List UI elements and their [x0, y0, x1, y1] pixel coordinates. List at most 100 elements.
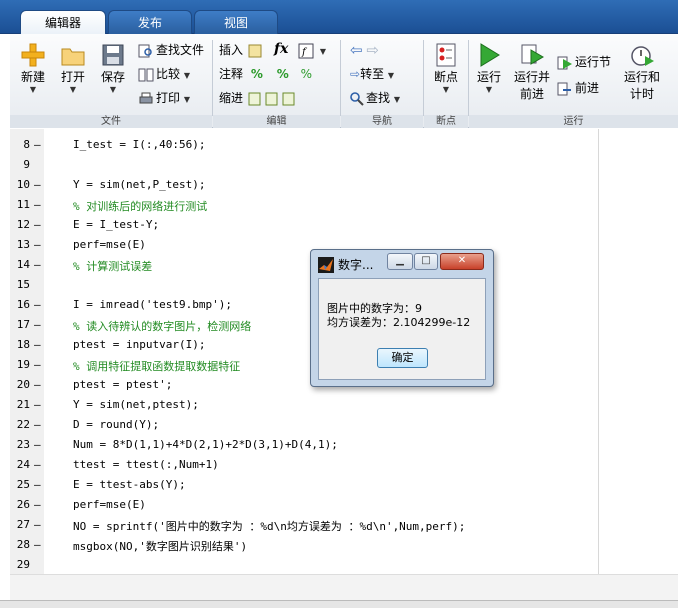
code-line[interactable]: perf=mse(E) — [73, 238, 146, 251]
goto-icon: ⇨ — [350, 67, 361, 81]
line-number: 9 — [23, 158, 30, 171]
maximize-icon: □ — [421, 255, 431, 266]
code-line[interactable]: perf=mse(E) — [73, 498, 146, 511]
run-button[interactable]: 运行 ▼ — [470, 42, 508, 94]
indent-button[interactable]: 缩进 — [219, 89, 297, 107]
indent-icons — [248, 92, 295, 105]
advance-button[interactable]: 前进 — [557, 79, 599, 97]
code-line[interactable]: msgbox(NO,'数字图片识别结果') — [73, 538, 247, 554]
ribbon-separator — [468, 40, 469, 116]
function-browser-button[interactable]: f ▼ — [298, 41, 326, 59]
code-line[interactable]: % 读入待辨认的数字图片，检测网络 — [73, 318, 251, 334]
run-section-button[interactable]: 运行节 — [557, 53, 611, 71]
run-advance-button[interactable]: 运行并 前进 — [511, 42, 553, 102]
open-button[interactable]: 打开 ▼ — [54, 42, 92, 94]
msgbox-dialog: 数字... ▁ □ ✕ 图片中的数字为：9 均方误差为：2.104299e-12… — [310, 249, 494, 387]
run-time-label-1: 运行和 — [623, 70, 660, 84]
back-arrow-icon: ⇦ — [350, 41, 363, 59]
line-number: 23 — [16, 438, 30, 451]
breakpoint-marker[interactable]: – — [34, 198, 41, 211]
compare-icon — [138, 68, 154, 81]
comment-button[interactable]: 注释 % % % — [219, 65, 312, 83]
insert-icon — [248, 44, 262, 57]
run-advance-label-2: 前进 — [519, 87, 544, 101]
folder-icon — [61, 48, 85, 66]
tab-editor[interactable]: 编辑器 — [20, 10, 106, 35]
percent-icon: % — [250, 67, 263, 81]
new-button[interactable]: 新建 ▼ — [14, 42, 52, 94]
tab-view[interactable]: 视图 — [194, 10, 278, 34]
breakpoint-marker[interactable]: – — [34, 378, 41, 391]
code-line[interactable]: Y = sim(net,P_test); — [73, 178, 205, 191]
breakpoint-marker[interactable]: – — [34, 238, 41, 251]
breakpoint-marker[interactable]: – — [34, 318, 41, 331]
line-number: 10 — [16, 178, 30, 191]
code-line[interactable]: Y = sim(net,ptest); — [73, 398, 199, 411]
maximize-button[interactable]: □ — [414, 253, 438, 270]
code-line[interactable]: NO = sprintf('图片中的数字为 ：%d\n均方误差为 ：%d\n',… — [73, 518, 465, 534]
code-line[interactable]: % 调用特征提取函数提取数据特征 — [73, 358, 240, 374]
breakpoint-marker[interactable]: – — [34, 138, 41, 151]
breakpoint-marker[interactable]: – — [34, 478, 41, 491]
advance-icon — [557, 82, 571, 95]
back-forward-buttons[interactable]: ⇦ ⇨ — [350, 41, 379, 59]
code-line[interactable]: I = imread('test9.bmp'); — [73, 298, 232, 311]
horizontal-scrollbar[interactable] — [10, 574, 678, 600]
dialog-titlebar[interactable]: 数字... ▁ □ ✕ — [311, 250, 493, 278]
line-number: 19 — [16, 358, 30, 371]
comment-label: 注释 — [219, 67, 244, 81]
insert-button[interactable]: 插入 — [219, 41, 265, 59]
print-label: 打印 — [156, 91, 181, 105]
goto-button[interactable]: ⇨转至 ▼ — [350, 65, 394, 83]
breakpoint-marker[interactable]: – — [34, 398, 41, 411]
save-button[interactable]: 保存 ▼ — [94, 42, 132, 94]
line-number: 21 — [16, 398, 30, 411]
code-line[interactable]: E = ttest-abs(Y); — [73, 478, 186, 491]
run-and-time-button[interactable]: 运行和 计时 — [621, 42, 663, 102]
code-line[interactable]: ptest = inputvar(I); — [73, 338, 205, 351]
breakpoint-marker[interactable]: – — [34, 338, 41, 351]
breakpoint-marker[interactable]: – — [34, 498, 41, 511]
compare-dropdown-icon: ▼ — [183, 71, 190, 80]
compare-button[interactable]: 比较 ▼ — [138, 65, 190, 83]
breakpoint-marker[interactable]: – — [34, 418, 41, 431]
code-line[interactable]: I_test = I(:,40:56); — [73, 138, 205, 151]
breakpoint-marker[interactable]: – — [34, 178, 41, 191]
breakpoint-marker[interactable]: – — [34, 458, 41, 471]
breakpoints-button[interactable]: 断点 ▼ — [427, 42, 465, 94]
line-number: 20 — [16, 378, 30, 391]
advance-label: 前进 — [575, 81, 600, 95]
code-line[interactable]: ptest = ptest'; — [73, 378, 172, 391]
find-files-button[interactable]: 查找文件 — [138, 41, 204, 59]
code-line[interactable]: % 对训练后的网络进行测试 — [73, 198, 207, 214]
breakpoint-marker[interactable]: – — [34, 358, 41, 371]
group-label-file: 文件 — [10, 115, 212, 128]
find-label: 查找 — [366, 91, 391, 105]
breakpoint-marker[interactable]: – — [34, 538, 41, 551]
code-line[interactable]: % 计算测试误差 — [73, 258, 152, 274]
find-button[interactable]: 查找 ▼ — [350, 89, 400, 107]
code-line[interactable]: ttest = ttest(:,Num+1) — [73, 458, 219, 471]
run-advance-label-1: 运行并 — [513, 70, 550, 84]
minimize-icon: ▁ — [396, 255, 404, 266]
breakpoint-marker[interactable]: – — [34, 218, 41, 231]
ok-button[interactable]: 确定 — [377, 348, 428, 368]
breakpoint-marker[interactable]: – — [34, 518, 41, 531]
code-line[interactable]: E = I_test-Y; — [73, 218, 159, 231]
run-section-label: 运行节 — [575, 55, 612, 69]
close-button[interactable]: ✕ — [440, 253, 484, 270]
line-number: 18 — [16, 338, 30, 351]
breakpoint-marker[interactable]: – — [34, 438, 41, 451]
print-button[interactable]: 打印 ▼ — [138, 89, 190, 107]
magnifier-icon — [350, 91, 364, 106]
forward-arrow-icon: ⇨ — [366, 41, 379, 59]
minimize-button[interactable]: ▁ — [387, 253, 413, 270]
breakpoint-marker[interactable]: – — [34, 298, 41, 311]
code-line[interactable]: D = round(Y); — [73, 418, 159, 431]
fx-button[interactable]: fx — [274, 40, 288, 58]
function-dropdown-icon: ▼ — [319, 47, 326, 56]
open-label: 打开 — [60, 70, 85, 84]
breakpoint-marker[interactable]: – — [34, 258, 41, 271]
code-line[interactable]: Num = 8*D(1,1)+4*D(2,1)+2*D(3,1)+D(4,1); — [73, 438, 338, 451]
tab-publish[interactable]: 发布 — [108, 10, 192, 34]
